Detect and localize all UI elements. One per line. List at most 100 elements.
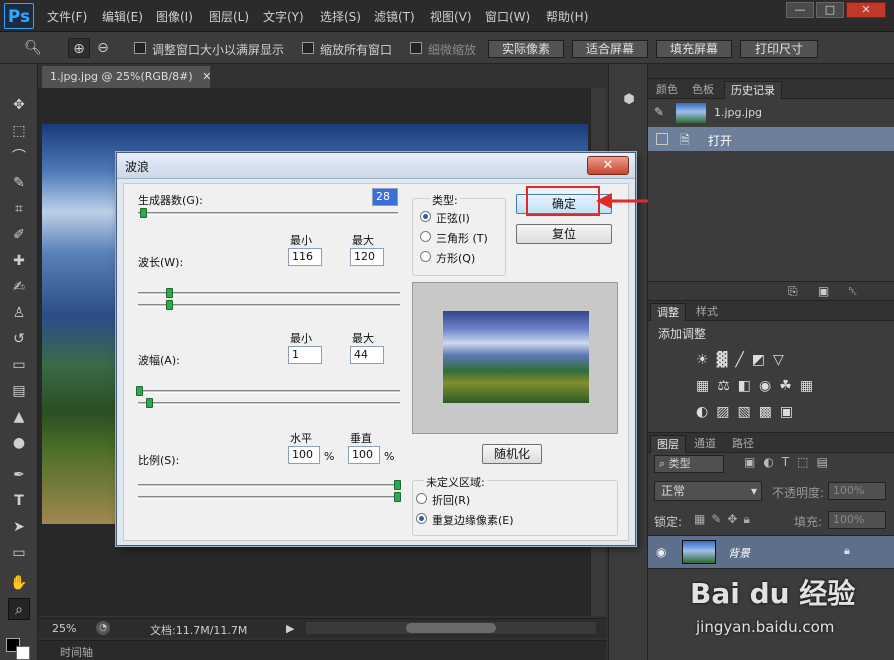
menu-file[interactable]: 文件(F): [47, 8, 87, 25]
amplitude-min-slider[interactable]: [138, 390, 400, 393]
print-size-button[interactable]: 打印尺寸: [740, 40, 818, 58]
threshold-icon[interactable]: ▧: [737, 404, 758, 420]
layer-filter-select[interactable]: ⌕ 类型: [654, 455, 724, 473]
zoom-tool-selected-icon[interactable]: ⌕: [8, 598, 30, 620]
history-snapshot-row[interactable]: ✎ 1.jpg.jpg: [648, 99, 894, 127]
amplitude-max-slider[interactable]: [138, 402, 400, 405]
menu-image[interactable]: 图像(I): [156, 8, 193, 25]
document-tab[interactable]: 1.jpg.jpg @ 25%(RGB/8#) ✕: [42, 66, 211, 88]
history-step-row[interactable]: 🗎︎ 打开: [648, 127, 894, 151]
wavelength-min-thumb[interactable]: [166, 288, 173, 298]
scrubby-zoom-checkbox[interactable]: [410, 42, 422, 54]
timeline-label[interactable]: 时间轴: [60, 644, 93, 660]
repeat-edge-radio[interactable]: [416, 513, 427, 524]
tab-adjustments[interactable]: 调整: [650, 303, 686, 321]
blur-tool-icon[interactable]: ▲: [8, 406, 30, 428]
curves-icon[interactable]: ╱: [735, 352, 751, 368]
scale-horizontal-slider[interactable]: [138, 484, 400, 487]
vibrance-icon[interactable]: ▽: [773, 352, 792, 368]
fit-screen-button[interactable]: 适合屏幕: [572, 40, 648, 58]
history-brush-tool-icon[interactable]: ↺: [8, 328, 30, 350]
eraser-tool-icon[interactable]: ▭: [8, 354, 30, 376]
resize-window-checkbox[interactable]: [134, 42, 146, 54]
type-square-radio[interactable]: [420, 251, 431, 262]
gradient-tool-icon[interactable]: ▤: [8, 380, 30, 402]
menu-view[interactable]: 视图(V): [430, 8, 472, 25]
tab-paths[interactable]: 路径: [726, 435, 760, 453]
3d-panel-icon[interactable]: ⬢: [619, 90, 639, 110]
close-document-icon[interactable]: ✕: [202, 70, 211, 83]
hand-tool-icon[interactable]: ✋: [8, 572, 30, 594]
tab-styles[interactable]: 样式: [690, 303, 724, 321]
posterize-icon[interactable]: ▨: [716, 404, 737, 420]
levels-icon[interactable]: ▓: [717, 352, 736, 368]
color-lookup-icon[interactable]: ▦: [800, 378, 821, 394]
quick-select-tool-icon[interactable]: ✎: [8, 172, 30, 194]
generators-input[interactable]: 28: [372, 188, 398, 206]
menu-filter[interactable]: 滤镜(T): [374, 8, 415, 25]
wave-preview-image[interactable]: [443, 311, 589, 403]
type-tool-icon[interactable]: T: [8, 490, 30, 512]
maximize-button[interactable]: □: [816, 2, 844, 18]
opacity-input[interactable]: 100%: [828, 482, 886, 500]
channel-mixer-icon[interactable]: ☘: [779, 378, 800, 394]
menu-layer[interactable]: 图层(L): [209, 8, 249, 25]
trash-icon[interactable]: ␡: [848, 284, 858, 299]
stamp-tool-icon[interactable]: ♙: [8, 302, 30, 324]
zoom-in-icon[interactable]: ⊕: [68, 38, 90, 58]
dialog-titlebar[interactable]: 波浪 ✕: [117, 153, 635, 179]
adjustment-icons-grid[interactable]: ☀▓╱◩▽ ▦⚖◧◉☘▦ ◐▨▧▩▣: [696, 347, 856, 427]
pen-tool-icon[interactable]: ✒: [8, 464, 30, 486]
generators-slider-thumb[interactable]: [140, 208, 147, 218]
generators-slider[interactable]: [138, 212, 398, 215]
history-brush-source-icon[interactable]: ✎: [654, 105, 664, 119]
menu-edit[interactable]: 编辑(E): [102, 8, 143, 25]
wavelength-min-input[interactable]: 116: [288, 248, 322, 266]
randomize-button[interactable]: 随机化: [482, 444, 542, 464]
eyedropper-tool-icon[interactable]: ✐: [8, 224, 30, 246]
menu-help[interactable]: 帮助(H): [546, 8, 588, 25]
new-document-from-state-icon[interactable]: ⎘: [788, 284, 798, 299]
lasso-tool-icon[interactable]: ⌒: [8, 146, 30, 168]
selective-color-icon[interactable]: ▣: [780, 404, 801, 420]
type-triangle-label[interactable]: 三角形 (T): [436, 230, 488, 246]
menu-type[interactable]: 文字(Y): [263, 8, 304, 25]
photo-filter-icon[interactable]: ◉: [759, 378, 779, 394]
amplitude-max-thumb[interactable]: [146, 398, 153, 408]
amplitude-max-input[interactable]: 44: [350, 346, 384, 364]
marquee-tool-icon[interactable]: ⬚: [8, 120, 30, 142]
scale-vertical-slider[interactable]: [138, 496, 400, 499]
status-info-icon[interactable]: ◔: [96, 621, 110, 635]
menu-window[interactable]: 窗口(W): [485, 8, 530, 25]
lock-icons[interactable]: ▦✎✥🔒︎: [694, 512, 756, 527]
type-triangle-radio[interactable]: [420, 231, 431, 242]
tab-layers[interactable]: 图层: [650, 435, 686, 453]
history-step-checkbox[interactable]: [656, 133, 668, 145]
gradient-map-icon[interactable]: ▩: [759, 404, 780, 420]
zoom-tool-icon[interactable]: 🔍︎: [22, 38, 44, 58]
scale-horizontal-input[interactable]: 100: [288, 446, 320, 464]
invert-icon[interactable]: ◐: [696, 404, 716, 420]
type-sine-label[interactable]: 正弦(I): [436, 210, 470, 226]
horizontal-scrollbar[interactable]: [306, 622, 596, 634]
camera-icon[interactable]: ▣: [818, 284, 829, 298]
path-select-tool-icon[interactable]: ➤: [8, 516, 30, 538]
blend-mode-select[interactable]: 正常 ▾: [654, 481, 762, 501]
eye-icon[interactable]: ◉: [656, 545, 666, 559]
scale-vertical-thumb[interactable]: [394, 492, 401, 502]
horizontal-scroll-thumb[interactable]: [406, 623, 496, 633]
layer-filter-icons[interactable]: ▣◐T⬚▤: [744, 455, 876, 473]
wrap-around-radio[interactable]: [416, 493, 427, 504]
close-button[interactable]: ✕: [846, 2, 886, 18]
wrap-around-label[interactable]: 折回(R): [432, 492, 470, 508]
fill-input[interactable]: 100%: [828, 511, 886, 529]
wavelength-max-input[interactable]: 120: [350, 248, 384, 266]
tab-channels[interactable]: 通道: [688, 435, 722, 453]
brush-tool-icon[interactable]: ✍: [8, 276, 30, 298]
wavelength-max-slider[interactable]: [138, 304, 400, 307]
healing-brush-tool-icon[interactable]: ✚: [8, 250, 30, 272]
amplitude-min-thumb[interactable]: [136, 386, 143, 396]
hue-icon[interactable]: ▦: [696, 378, 717, 394]
tab-history[interactable]: 历史记录: [724, 81, 782, 99]
wavelength-min-slider[interactable]: [138, 292, 400, 295]
